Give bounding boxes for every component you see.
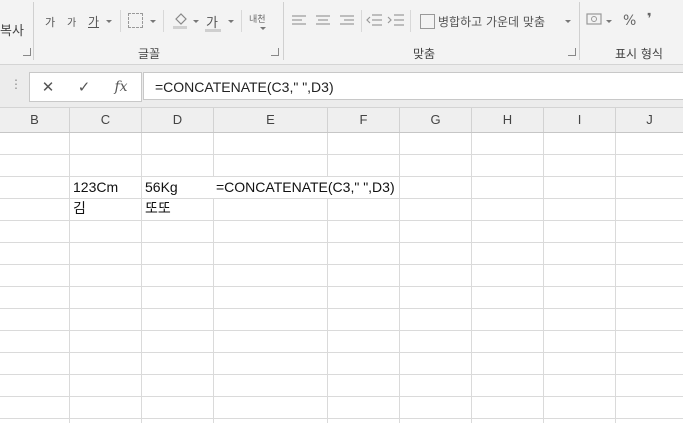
accounting-format-icon[interactable] xyxy=(586,12,606,28)
font-color-dropdown-icon[interactable] xyxy=(228,20,234,23)
ribbon-separator xyxy=(283,2,284,60)
gridline xyxy=(0,198,683,199)
gridline xyxy=(0,264,683,265)
merge-center-icon[interactable] xyxy=(420,14,435,29)
merge-dropdown-icon[interactable] xyxy=(565,20,571,23)
fill-color-icon[interactable] xyxy=(172,10,188,30)
accounting-dropdown-icon[interactable] xyxy=(606,20,612,23)
align-buttons-icon[interactable] xyxy=(292,14,362,28)
column-header-g[interactable]: G xyxy=(400,108,472,132)
cell-e3[interactable]: =CONCATENATE(C3," ",D3) xyxy=(213,177,395,198)
border-icon[interactable] xyxy=(128,13,143,28)
clipboard-launcher-icon[interactable] xyxy=(23,48,31,56)
gridline xyxy=(0,352,683,353)
gridline xyxy=(0,154,683,155)
cell-d4[interactable]: 또또 xyxy=(142,199,171,220)
cell-d3[interactable]: 56Kg xyxy=(142,177,178,198)
cell-c4[interactable]: 김 xyxy=(70,199,86,220)
indent-icon[interactable] xyxy=(366,13,406,29)
ribbon-separator xyxy=(241,10,242,32)
gridline xyxy=(0,308,683,309)
enter-icon[interactable]: ✓ xyxy=(71,75,97,99)
fill-color-dropdown-icon[interactable] xyxy=(193,20,199,23)
gridline xyxy=(0,242,683,243)
cancel-icon[interactable]: ✕ xyxy=(35,75,61,99)
column-header-b[interactable]: B xyxy=(0,108,70,132)
font-launcher-icon[interactable] xyxy=(271,48,279,56)
alignment-group-label: 맞춤 xyxy=(413,47,436,61)
column-header-d[interactable]: D xyxy=(142,108,214,132)
gridline xyxy=(0,330,683,331)
cell-c3[interactable]: 123Cm xyxy=(70,177,118,198)
column-header-f[interactable]: F xyxy=(328,108,400,132)
ribbon-separator xyxy=(361,10,362,32)
gridline xyxy=(0,374,683,375)
underline-button[interactable]: 가 xyxy=(88,13,99,30)
ribbon-separator xyxy=(33,2,34,60)
column-header-h[interactable]: H xyxy=(472,108,544,132)
copy-label[interactable]: 복사 xyxy=(0,20,24,39)
formula-bar-grip-icon[interactable]: ⋮ xyxy=(10,77,22,91)
border-dropdown-icon[interactable] xyxy=(150,20,156,23)
gridline xyxy=(0,220,683,221)
ribbon: 복사 가 가 가 가 내천 글꼴 병합하고 가운데 맞춤 맞춤 % ❜ 표시 형… xyxy=(0,0,683,65)
phonetic-dropdown-icon[interactable] xyxy=(260,27,266,30)
gridline xyxy=(0,396,683,397)
column-header-j[interactable]: J xyxy=(616,108,683,132)
grow-font-button[interactable]: 가 xyxy=(45,14,55,30)
font-group-label: 글꼴 xyxy=(138,47,161,61)
column-header-e[interactable]: E xyxy=(214,108,328,132)
percent-style-button[interactable]: % xyxy=(623,13,636,29)
column-header-row: B C D E F G H I J xyxy=(0,108,683,133)
formula-input[interactable]: =CONCATENATE(C3," ",D3) xyxy=(143,72,683,100)
merge-center-button[interactable]: 병합하고 가운데 맞춤 xyxy=(438,13,545,30)
gridline xyxy=(0,286,683,287)
insert-function-button[interactable]: fx xyxy=(108,75,134,99)
ribbon-separator xyxy=(579,2,580,60)
font-color-swatch xyxy=(205,29,221,32)
gridline xyxy=(0,418,683,419)
column-header-c[interactable]: C xyxy=(70,108,142,132)
shrink-font-button[interactable]: 가 xyxy=(67,14,76,29)
worksheet-grid[interactable]: 123Cm 56Kg =CONCATENATE(C3," ",D3) 김 또또 xyxy=(0,133,683,423)
underline-dropdown-icon[interactable] xyxy=(106,20,112,23)
ribbon-separator xyxy=(163,10,164,32)
formula-bar: ⋮ ✕ ✓ fx =CONCATENATE(C3," ",D3) xyxy=(0,65,683,108)
number-group-label: 표시 형식 xyxy=(615,47,663,61)
comma-style-button[interactable]: ❜ xyxy=(647,11,652,27)
ribbon-separator xyxy=(120,10,121,32)
alignment-launcher-icon[interactable] xyxy=(568,48,576,56)
formula-bar-buttons: ✕ ✓ fx xyxy=(29,72,142,102)
ribbon-separator xyxy=(410,10,411,32)
phonetic-button[interactable]: 내천 xyxy=(249,12,266,25)
column-header-i[interactable]: I xyxy=(544,108,616,132)
